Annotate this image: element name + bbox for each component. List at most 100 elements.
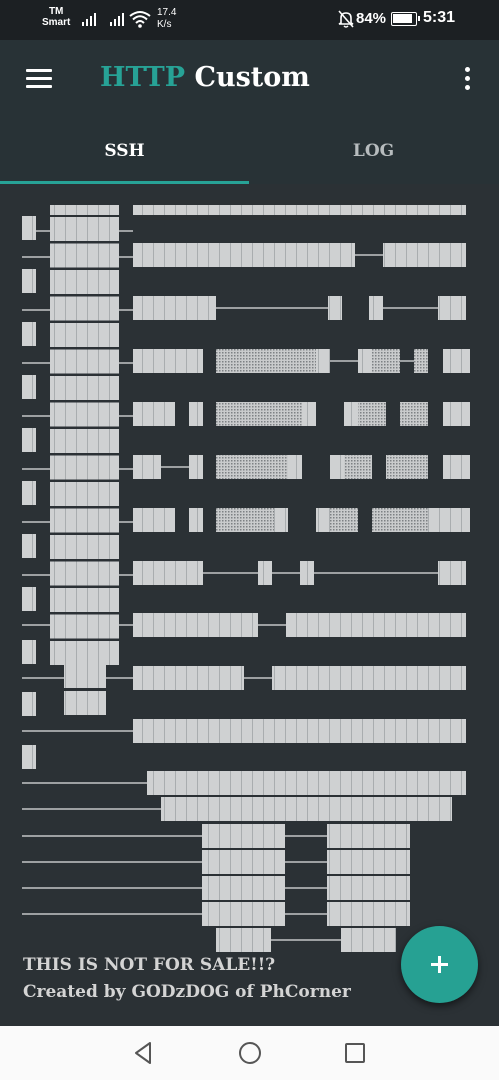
recents-icon[interactable] — [341, 1039, 369, 1067]
mute-bell-icon — [338, 10, 354, 28]
art-block — [133, 719, 466, 743]
art-block — [22, 692, 36, 716]
art-block — [133, 666, 244, 690]
art-block — [400, 402, 428, 426]
system-nav-bar — [0, 1026, 499, 1080]
art-block — [372, 508, 428, 532]
art-block — [344, 455, 372, 479]
art-block — [50, 402, 119, 427]
app-title: HTTP Custom — [100, 62, 310, 93]
ssh-content: THIS IS NOT FOR SALE!!? Created by GODzD… — [0, 184, 499, 1026]
art-block — [202, 902, 285, 926]
clock: 5:31 — [423, 9, 456, 26]
art-block — [50, 205, 119, 215]
art-block — [327, 850, 410, 874]
hamburger-icon[interactable] — [26, 69, 52, 89]
art-block — [328, 296, 342, 320]
art-block — [22, 481, 36, 505]
art-block — [133, 508, 175, 532]
art-block — [50, 535, 119, 559]
footer-text: THIS IS NOT FOR SALE!!? Created by GODzD… — [23, 952, 351, 1006]
art-block — [50, 614, 119, 639]
art-block — [302, 402, 316, 426]
art-block — [216, 508, 274, 532]
more-vert-icon[interactable] — [462, 67, 474, 91]
home-icon[interactable] — [236, 1039, 264, 1067]
art-block — [189, 402, 203, 426]
art-block — [50, 455, 119, 480]
art-block — [147, 771, 466, 795]
tab-log[interactable]: LOG — [249, 118, 498, 184]
art-block — [443, 349, 470, 373]
signal-icon — [82, 12, 98, 26]
art-block — [22, 269, 36, 293]
art-block — [428, 508, 470, 532]
app-title-rest: Custom — [194, 62, 310, 93]
art-block — [202, 824, 285, 848]
art-block — [274, 508, 288, 532]
art-block — [50, 323, 119, 347]
art-block — [327, 902, 410, 926]
add-button[interactable] — [401, 926, 478, 1003]
tab-ssh[interactable]: SSH — [0, 118, 249, 184]
art-block — [133, 296, 216, 320]
art-block — [161, 797, 452, 821]
art-block — [22, 322, 36, 346]
battery-charging-icon — [391, 12, 420, 26]
art-block — [22, 745, 36, 769]
art-block — [258, 561, 272, 585]
art-block — [50, 296, 119, 321]
art-block — [327, 876, 410, 900]
art-block — [50, 349, 119, 374]
art-block — [50, 508, 119, 533]
art-block — [216, 455, 288, 479]
art-block — [202, 850, 285, 874]
art-block — [383, 243, 466, 267]
art-block — [189, 455, 203, 479]
wifi-icon — [129, 11, 151, 28]
network-speed: 17.4 K/s — [157, 7, 177, 30]
art-block — [64, 664, 106, 688]
art-block — [22, 216, 36, 240]
art-block — [133, 561, 203, 585]
art-block — [202, 876, 285, 900]
art-block — [133, 205, 466, 215]
art-block — [22, 428, 36, 452]
battery-percent: 84% — [356, 10, 387, 27]
art-block — [50, 588, 119, 612]
signal-icon — [110, 12, 126, 26]
art-block — [50, 429, 119, 453]
art-block — [22, 640, 36, 664]
art-block — [341, 928, 396, 952]
art-block — [133, 613, 258, 637]
art-block — [22, 375, 36, 399]
art-block — [50, 217, 119, 241]
art-block — [438, 296, 466, 320]
art-block — [189, 508, 203, 532]
art-block — [316, 508, 330, 532]
status-bar: TM Smart 17.4 K/s 84% 5:31 — [0, 0, 499, 40]
art-block — [386, 455, 428, 479]
footer-line-2: Created by GODzDOG of PhCorner — [23, 982, 351, 1002]
art-block — [286, 613, 466, 637]
back-icon[interactable] — [130, 1039, 158, 1067]
art-block — [50, 641, 119, 665]
art-block — [50, 270, 119, 294]
art-block — [216, 402, 302, 426]
art-block — [133, 349, 203, 373]
art-block — [327, 824, 410, 848]
art-block — [50, 376, 119, 400]
art-block — [272, 666, 466, 690]
art-block — [133, 243, 355, 267]
art-block — [330, 455, 344, 479]
ascii-art-banner — [22, 205, 470, 952]
art-block — [64, 691, 106, 715]
art-block — [369, 296, 383, 320]
art-block — [438, 561, 466, 585]
art-block — [372, 349, 400, 373]
carrier-label: TM Smart — [42, 6, 71, 28]
art-block — [50, 243, 119, 268]
art-block — [358, 402, 386, 426]
art-block — [443, 402, 470, 426]
footer-line-1: THIS IS NOT FOR SALE!!? — [23, 955, 276, 975]
